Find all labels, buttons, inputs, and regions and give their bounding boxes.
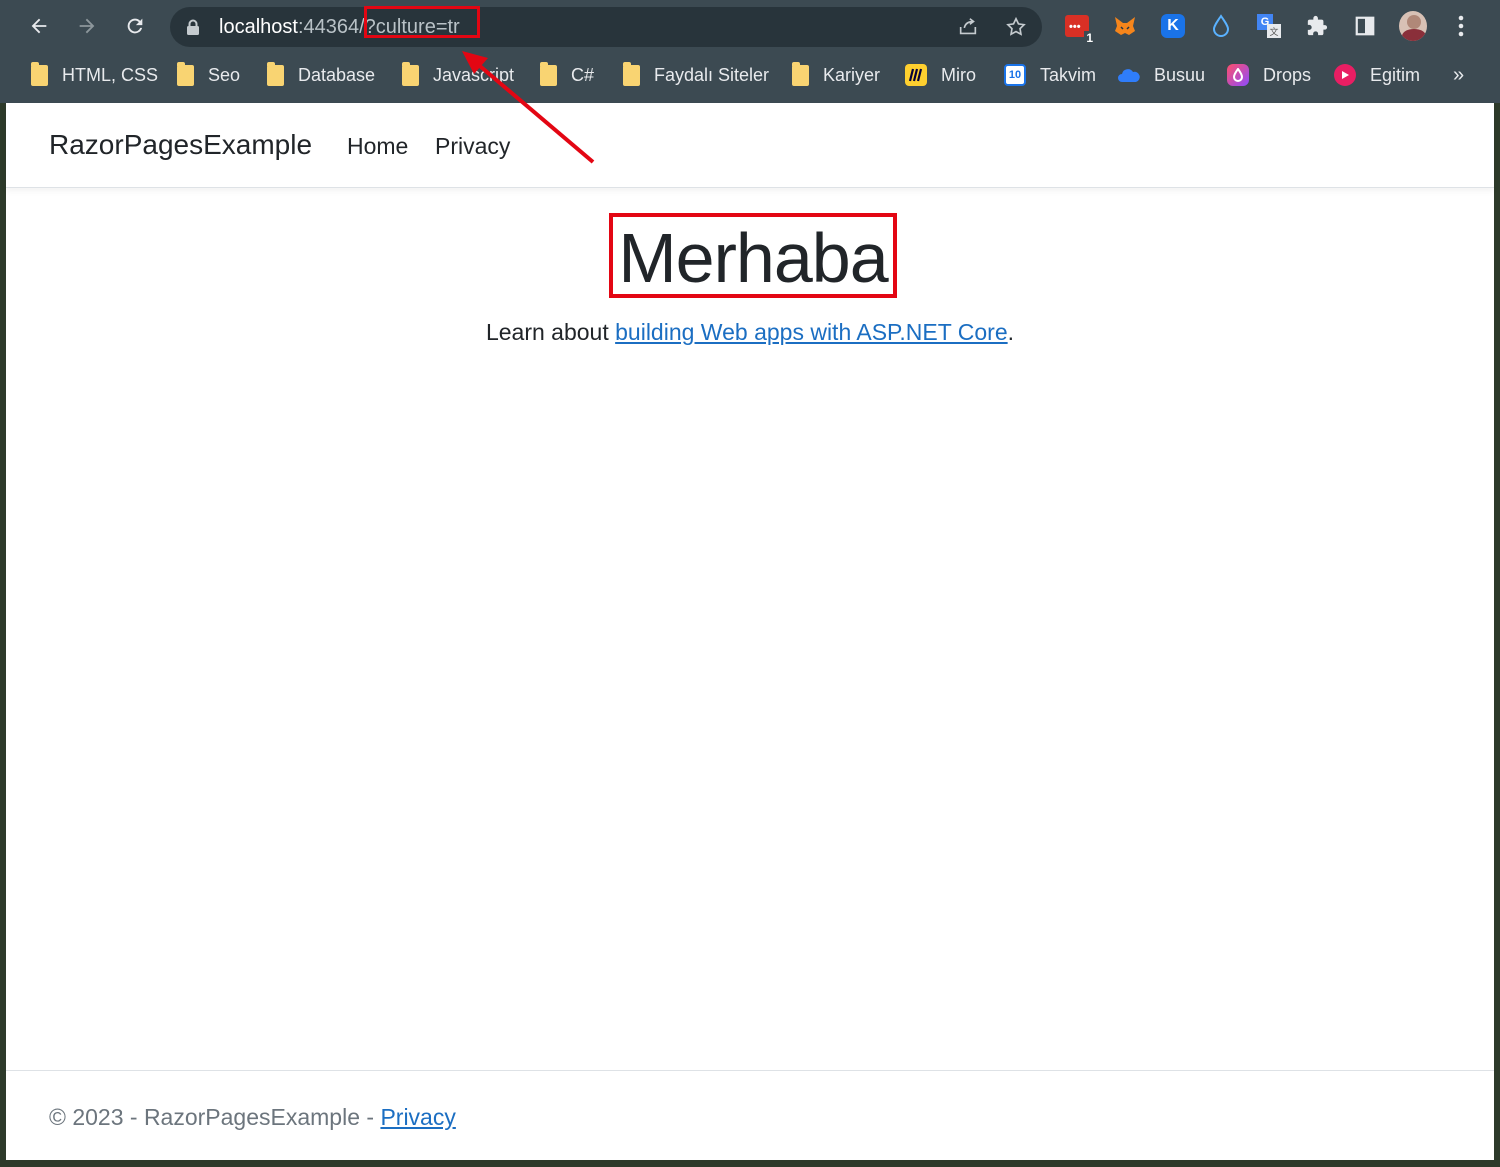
bookmark-label: Kariyer [823,64,881,85]
folder-icon [31,61,48,86]
google-translate-icon[interactable]: G 文 [1255,12,1283,40]
bookmark-label: Seo [208,64,241,85]
share-icon[interactable] [956,15,980,39]
reload-button[interactable] [117,8,153,44]
browser-toolbar: localhost:44364/?culture=tr ••• 1 K G 文 [0,0,1500,54]
bookmark-drops[interactable]: Drops [1227,54,1311,96]
url-port: :44364 [297,16,360,38]
bookmark-busuu[interactable]: Busuu [1118,54,1205,96]
browser-menu-icon[interactable] [1447,12,1475,40]
extension-badge: 1 [1084,31,1095,45]
browser-chrome: localhost:44364/?culture=tr ••• 1 K G 文 … [0,0,1500,103]
bookmarks-bar: HTML, CSS Seo Database Javascript C# Fay… [0,54,1500,96]
folder-icon [623,61,640,86]
reload-icon [127,18,143,34]
nav-link-home[interactable]: Home [347,133,408,160]
k-extension-icon[interactable]: K [1159,12,1187,40]
lead-suffix: . [1007,319,1015,345]
site-footer: © 2023 - RazorPagesExample - Privacy [6,1070,1494,1161]
bookmark-database[interactable]: Database [267,54,375,96]
bookmark-label: Faydalı Siteler [654,64,770,85]
side-panel-icon[interactable] [1351,12,1379,40]
bookmark-label: C# [571,64,595,85]
back-button[interactable] [21,8,57,44]
title-highlight-box: Merhaba [609,213,897,298]
bookmark-egitim[interactable]: Egitim [1334,54,1420,96]
bookmark-label: Egitim [1370,64,1421,85]
bookmarks-overflow-button[interactable]: » [1453,54,1464,96]
miro-icon [905,64,927,86]
bookmark-seo[interactable]: Seo [177,54,240,96]
nav-link-privacy[interactable]: Privacy [435,133,510,160]
bookmark-faydali-siteler[interactable]: Faydalı Siteler [623,54,769,96]
folder-icon [540,61,557,86]
extension-todo-icon[interactable]: ••• 1 [1063,12,1095,45]
footer-privacy-link[interactable]: Privacy [380,1104,455,1130]
drops-icon [1227,64,1249,86]
bookmark-label: Database [298,64,376,85]
folder-icon [792,61,809,86]
site-navbar: RazorPagesExample Home Privacy [6,103,1494,188]
forward-arrow-icon [79,18,95,34]
back-arrow-icon [31,18,47,34]
bookmark-label: Miro [941,64,976,85]
bookmark-takvim[interactable]: 10 Takvim [1004,54,1096,96]
calendar-icon: 10 [1004,64,1026,86]
folder-icon [402,61,419,86]
hero-section: Merhaba [6,213,1494,298]
profile-avatar[interactable] [1399,11,1427,41]
lock-icon[interactable] [186,19,200,35]
url-query-highlight-box [364,6,480,38]
footer-text: © 2023 - RazorPagesExample - Privacy [49,1104,456,1131]
lead-prefix: Learn about [485,319,616,345]
bookmark-label: Takvim [1040,64,1097,85]
folder-icon [267,61,284,86]
docs-link[interactable]: building Web apps with ASP.NET Core [615,319,1008,345]
page-title: Merhaba [618,219,888,297]
url-host: localhost [219,16,298,38]
bookmark-javascript[interactable]: Javascript [402,54,514,96]
bookmark-label: Javascript [433,64,515,85]
folder-icon [177,61,194,86]
bookmark-miro[interactable]: Miro [905,54,976,96]
bookmark-html-css[interactable]: HTML, CSS [31,54,158,96]
address-bar[interactable]: localhost:44364/?culture=tr [170,6,1042,47]
bookmark-star-icon[interactable] [1004,15,1028,39]
metamask-fox-icon[interactable] [1111,12,1139,40]
bookmark-label: Busuu [1154,64,1206,85]
bookmark-label: HTML, CSS [62,64,159,85]
busuu-icon [1118,64,1140,86]
bookmark-csharp[interactable]: C# [540,54,594,96]
navbar-brand[interactable]: RazorPagesExample [49,129,312,161]
forward-button[interactable] [69,8,105,44]
bookmark-kariyer[interactable]: Kariyer [792,54,880,96]
egitim-icon [1334,64,1356,86]
footer-copyright: © 2023 - RazorPagesExample - [49,1104,381,1130]
extensions-puzzle-icon[interactable] [1303,12,1331,40]
lead-text: Learn about building Web apps with ASP.N… [6,319,1494,346]
water-drop-icon[interactable] [1207,12,1235,40]
bookmark-label: Drops [1263,64,1312,85]
web-page: RazorPagesExample Home Privacy Merhaba L… [6,103,1494,1160]
chevron-double-right-icon: » [1453,63,1465,86]
